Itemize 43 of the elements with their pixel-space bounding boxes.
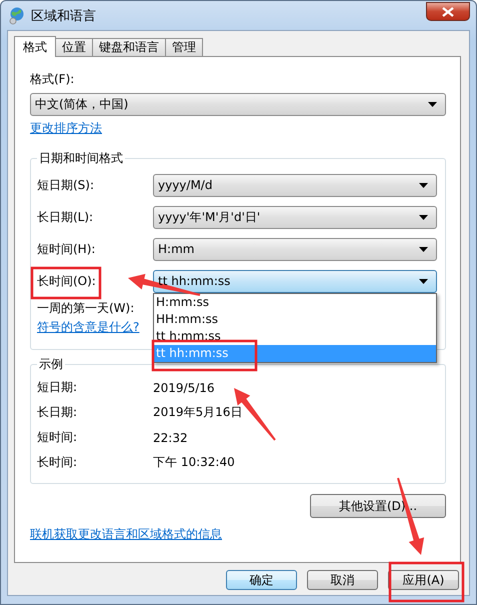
- example-label: 长日期:: [37, 404, 78, 421]
- format-dropdown[interactable]: yyyy'年'M'月'd'日': [153, 206, 437, 228]
- field-label: 长时间(O):: [37, 272, 97, 290]
- dialog-button[interactable]: 确定: [226, 570, 297, 590]
- help-link[interactable]: 符号的含意是什么?: [37, 320, 140, 334]
- caret-icon: [419, 278, 428, 284]
- online-info-link[interactable]: 联机获取更改语言和区域格式的信息: [30, 527, 222, 541]
- example-value: 下午 10:32:40: [153, 454, 235, 471]
- first-day-label: 一周的第一天(W):: [37, 300, 136, 316]
- group-title: 日期和时间格式: [38, 150, 124, 167]
- example-value: 2019/5/16: [153, 380, 215, 394]
- format-dropdown[interactable]: H:mm: [153, 238, 437, 260]
- close-icon: [442, 6, 454, 16]
- caret-icon: [419, 214, 428, 220]
- dropdown-option[interactable]: H:mm:ss: [154, 294, 436, 310]
- example-label: 长时间:: [37, 454, 78, 471]
- example-label: 短时间:: [37, 429, 78, 446]
- example-label: 短日期:: [37, 379, 78, 396]
- close-button[interactable]: [426, 2, 470, 21]
- example-value: 22:32: [153, 430, 188, 444]
- tab[interactable]: 格式: [14, 36, 56, 57]
- caret-icon: [419, 246, 428, 252]
- format-label: 格式(F):: [30, 71, 76, 87]
- field-label: 短时间(H):: [37, 240, 96, 258]
- field-label: 长日期(L):: [37, 208, 94, 226]
- sort-method-link[interactable]: 更改排序方法: [30, 121, 102, 135]
- dropdown-option[interactable]: HH:mm:ss: [154, 310, 436, 328]
- annotation-box: [30, 266, 102, 300]
- window-title: 区域和语言: [31, 8, 97, 24]
- tab[interactable]: 位置: [55, 38, 93, 56]
- caret-icon: [428, 102, 437, 107]
- dialog-button[interactable]: 应用(A): [388, 570, 459, 590]
- caret-icon: [419, 182, 428, 188]
- format-dropdown[interactable]: 中文(简体，中国): [30, 93, 446, 116]
- format-dropdown[interactable]: yyyy/M/d: [153, 174, 437, 196]
- tab[interactable]: 键盘和语言: [92, 38, 166, 56]
- field-label: 短日期(S):: [37, 176, 96, 194]
- example-value: 2019年5月16日: [153, 404, 242, 421]
- tab[interactable]: 管理: [165, 38, 203, 56]
- dialog-button[interactable]: 取消: [307, 570, 378, 590]
- globe-icon: [9, 6, 25, 24]
- group-title: 示例: [38, 356, 64, 373]
- dropdown-option[interactable]: tt h:mm:ss: [154, 328, 436, 344]
